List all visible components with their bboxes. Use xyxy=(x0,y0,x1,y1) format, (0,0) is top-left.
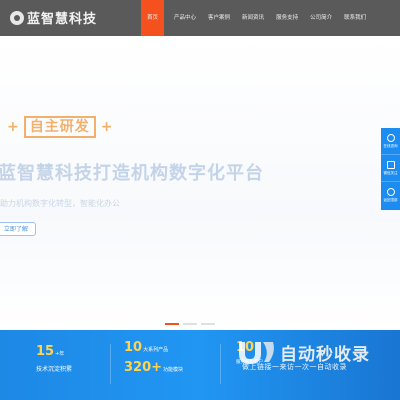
sidebar-label: 微信关注 xyxy=(383,170,398,175)
stat-number: 10 xyxy=(124,340,143,355)
hero-headline: 蓝智慧科技打造机构数字化平台 xyxy=(0,163,264,184)
stat-number: 320+ xyxy=(124,360,163,375)
hero-banner: + 自主研发 + 蓝智慧科技打造机构数字化平台 助力机构数字化转型，智能化办公 … xyxy=(0,36,400,330)
top-header: 蓝智慧科技 首页 产品中心 客户案例 新闻资讯 服务支持 公司简介 联系我们 xyxy=(0,0,400,36)
qr-icon xyxy=(386,160,395,169)
sidebar-label: 在线咨询 xyxy=(383,143,398,148)
arrow-up-icon xyxy=(386,188,395,196)
logo-mark-icon xyxy=(10,10,24,25)
main-nav: 首页 产品中心 客户案例 新闻资讯 服务支持 公司简介 联系我们 xyxy=(141,0,372,36)
nav-support[interactable]: 服务支持 xyxy=(270,0,304,36)
stat-products: 10大系列产品 xyxy=(124,336,168,355)
hero-tagline-text: 自主研发 xyxy=(23,116,96,138)
sidebar-label: 返回顶部 xyxy=(383,198,398,202)
watermark: 自动秒收录 做上链接一来访一次一自动收录 xyxy=(236,338,400,378)
chat-icon xyxy=(386,133,395,142)
slide-indicators xyxy=(165,323,215,325)
stat-label: 技术沉淀积累 xyxy=(36,366,73,373)
floating-sidebar: 在线咨询 微信关注 返回顶部 xyxy=(381,128,400,210)
nav-about[interactable]: 公司简介 xyxy=(304,0,338,36)
learn-more-button[interactable]: 立即了解 xyxy=(0,222,36,236)
plus-icon: + xyxy=(7,119,19,135)
stat-modules: 320+功能模块 xyxy=(124,356,183,375)
watermark-subtitle: 做上链接一来访一次一自动收录 xyxy=(242,363,347,371)
nav-news[interactable]: 新闻资讯 xyxy=(236,0,270,36)
stat-unit: 大系列产品 xyxy=(143,347,169,353)
logo-text: 蓝智慧科技 xyxy=(27,12,98,27)
plus-icon: + xyxy=(100,119,113,135)
logo[interactable]: 蓝智慧科技 xyxy=(10,8,97,27)
hero-subline: 助力机构数字化转型，智能化办公 xyxy=(0,199,120,208)
stat-unit: +年 xyxy=(55,351,65,357)
stat-divider xyxy=(220,344,221,384)
stat-years: 15+年 技术沉淀积累 xyxy=(36,340,72,373)
stat-divider xyxy=(110,344,111,384)
slide-dot[interactable] xyxy=(183,323,197,325)
sidebar-item-top[interactable]: 返回顶部 xyxy=(381,182,400,209)
stat-number: 15 xyxy=(36,344,55,359)
hero-tagline: + 自主研发 + xyxy=(2,116,117,138)
watermark-logo-icon xyxy=(239,342,274,364)
nav-contact[interactable]: 联系我们 xyxy=(338,0,372,36)
nav-home[interactable]: 首页 xyxy=(141,0,165,36)
nav-cases[interactable]: 客户案例 xyxy=(202,0,236,36)
sidebar-item-wechat[interactable]: 微信关注 xyxy=(381,155,400,182)
slide-dot[interactable] xyxy=(201,323,215,325)
sidebar-item-consult[interactable]: 在线咨询 xyxy=(381,128,400,155)
nav-products[interactable]: 产品中心 xyxy=(168,0,202,36)
stat-unit: 功能模块 xyxy=(163,367,184,373)
slide-dot[interactable] xyxy=(165,323,179,325)
